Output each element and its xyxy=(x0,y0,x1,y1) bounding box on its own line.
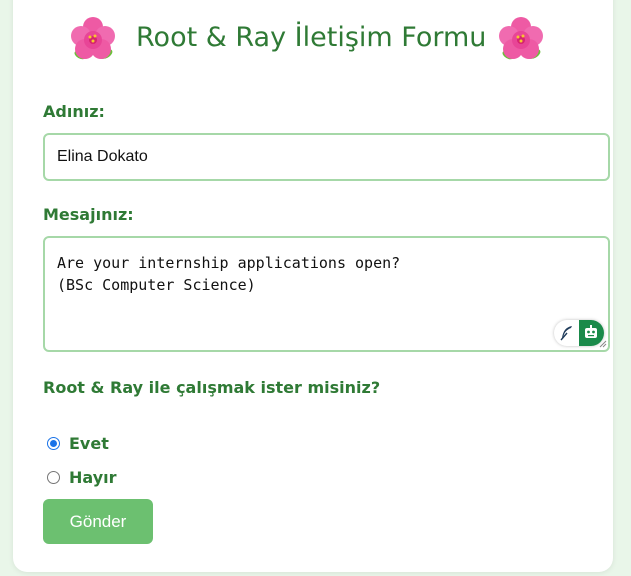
submit-button[interactable]: Gönder xyxy=(43,499,153,544)
name-label: Adınız: xyxy=(43,102,105,121)
hibiscus-flower-icon xyxy=(71,17,115,60)
message-textarea[interactable]: Are your internship applications open? (… xyxy=(43,236,610,352)
message-label: Mesajınız: xyxy=(43,205,134,224)
page-title: Root & Ray İletişim Formu xyxy=(136,22,487,53)
radio-option-hayir[interactable]: Hayır xyxy=(47,467,117,487)
radio-option-evet[interactable]: Evet xyxy=(47,433,109,453)
title-row: Root & Ray İletişim Formu xyxy=(0,14,631,68)
radio-label[interactable]: Hayır xyxy=(69,468,117,487)
radio-button[interactable] xyxy=(47,436,60,450)
radio-label[interactable]: Evet xyxy=(69,434,109,453)
name-input[interactable]: Elina Dokato xyxy=(43,133,610,181)
work-question: Root & Ray ile çalışmak ister misiniz? xyxy=(43,378,381,397)
hibiscus-flower-icon xyxy=(499,17,543,60)
resize-grip-icon[interactable] xyxy=(599,340,607,348)
feather-icon[interactable] xyxy=(558,324,576,342)
textarea-tools[interactable] xyxy=(554,320,604,346)
radio-button[interactable] xyxy=(47,470,60,484)
